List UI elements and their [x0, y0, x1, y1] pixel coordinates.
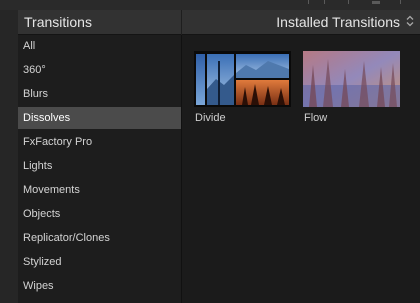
toolbar-tick: [324, 0, 325, 4]
top-toolbar-strip: [0, 0, 420, 10]
toolbar-icon: [372, 1, 380, 4]
sidebar-item-lights[interactable]: Lights: [18, 155, 181, 177]
sidebar-item-all[interactable]: All: [18, 35, 181, 57]
transition-label-divide[interactable]: Divide: [195, 112, 226, 124]
transitions-browser: Divide Flow: [182, 35, 420, 303]
updown-chevron-icon[interactable]: [406, 15, 414, 30]
transition-thumbnail-flow[interactable]: [303, 51, 400, 107]
transitions-menu[interactable]: Installed Transitions: [182, 10, 420, 35]
sidebar-item-replicator-clones[interactable]: Replicator/Clones: [18, 227, 181, 249]
toolbar-tick: [400, 0, 401, 4]
transition-thumbnail-divide[interactable]: [194, 51, 291, 107]
toolbar-tick: [308, 0, 309, 4]
sidebar-item-stylized[interactable]: Stylized: [18, 251, 181, 273]
sidebar-item-objects[interactable]: Objects: [18, 203, 181, 225]
sidebar-header: Transitions: [18, 10, 181, 35]
sidebar-item-blurs[interactable]: Blurs: [18, 83, 181, 105]
sidebar-item-movements[interactable]: Movements: [18, 179, 181, 201]
installed-transitions-dropdown[interactable]: Installed Transitions: [276, 14, 400, 30]
left-gutter: [0, 10, 19, 303]
transition-label-flow[interactable]: Flow: [304, 112, 327, 124]
sidebar-item-wipes[interactable]: Wipes: [18, 275, 181, 297]
sidebar-item-360[interactable]: 360°: [18, 59, 181, 81]
toolbar-tick: [348, 0, 349, 4]
sidebar-title: Transitions: [24, 14, 92, 30]
sidebar-item-dissolves[interactable]: Dissolves: [18, 107, 181, 129]
category-sidebar: All 360° Blurs Dissolves FxFactory Pro L…: [18, 35, 182, 303]
sidebar-item-fxfactory-pro[interactable]: FxFactory Pro: [18, 131, 181, 153]
